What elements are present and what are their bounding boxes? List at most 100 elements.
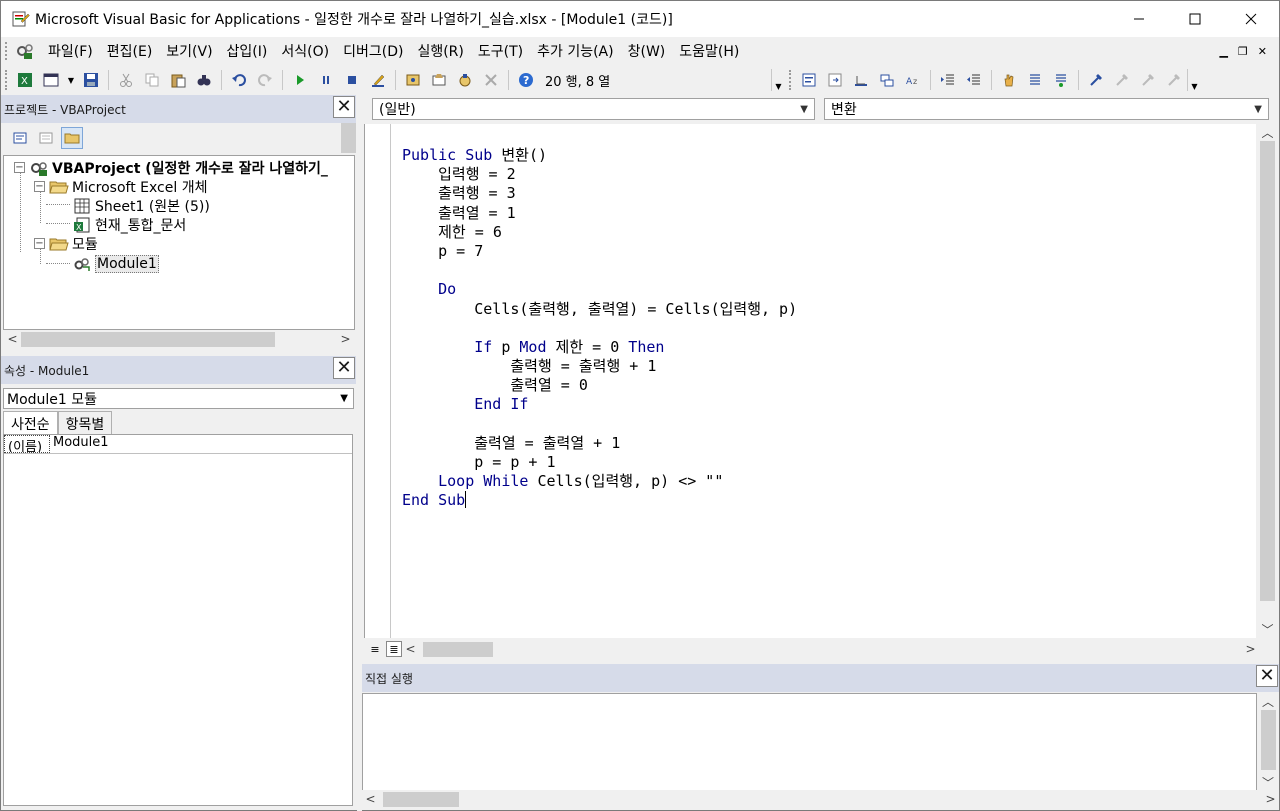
- edit-toolbar-options-dropdown[interactable]: ▼: [1187, 69, 1201, 91]
- menu-debug[interactable]: 디버그(D): [336, 41, 410, 61]
- code-line[interactable]: p = 7: [402, 242, 797, 261]
- complete-word-button[interactable]: Az: [902, 69, 924, 91]
- scroll-thumb[interactable]: [423, 641, 493, 657]
- immediate-hscroll[interactable]: < >: [362, 790, 1279, 808]
- close-button[interactable]: [1223, 1, 1279, 37]
- full-module-view-button[interactable]: ≣: [386, 641, 402, 657]
- tree-item-sheet1[interactable]: Sheet1 (원본 (5)): [72, 196, 210, 215]
- quick-info-button[interactable]: [850, 69, 872, 91]
- code-line[interactable]: Loop While Cells(입력행, p) <> "": [402, 472, 797, 491]
- code-line[interactable]: Do: [402, 280, 797, 299]
- clear-bookmarks-button[interactable]: [1163, 69, 1185, 91]
- code-line[interactable]: Cells(출력행, 출력열) = Cells(입력행, p): [402, 300, 797, 319]
- project-explorer-close-button[interactable]: ✕: [333, 96, 355, 118]
- toggle-breakpoint-button[interactable]: [998, 69, 1020, 91]
- view-object-button[interactable]: [35, 127, 57, 149]
- scroll-left-icon[interactable]: <: [402, 641, 419, 658]
- view-excel-button[interactable]: X: [14, 69, 36, 91]
- mdi-minimize-icon[interactable]: ▁: [1219, 45, 1227, 58]
- code-line[interactable]: 출력행 = 3: [402, 184, 797, 203]
- code-line[interactable]: [402, 319, 797, 338]
- project-explorer-button[interactable]: [402, 69, 424, 91]
- menu-view[interactable]: 보기(V): [159, 41, 219, 61]
- design-mode-button[interactable]: [367, 69, 389, 91]
- collapse-icon[interactable]: −: [34, 238, 45, 249]
- break-button[interactable]: [315, 69, 337, 91]
- scroll-thumb[interactable]: [1260, 710, 1276, 770]
- code-line[interactable]: End Sub: [402, 491, 797, 510]
- menu-format[interactable]: 서식(O): [274, 41, 336, 61]
- copy-button[interactable]: [141, 69, 163, 91]
- excel-vba-icon[interactable]: [15, 41, 35, 61]
- procedure-combo[interactable]: 변환 ▼: [824, 98, 1269, 120]
- scroll-thumb[interactable]: [341, 123, 356, 153]
- object-combo[interactable]: (일반) ▼: [372, 98, 815, 120]
- code-line[interactable]: [402, 415, 797, 434]
- mdi-close-icon[interactable]: ✕: [1258, 45, 1267, 58]
- project-toolbar-scrollbar[interactable]: [341, 123, 356, 153]
- list-constants-button[interactable]: [824, 69, 846, 91]
- tree-item-excel-objects[interactable]: − Microsoft Excel 개체: [34, 177, 207, 196]
- scroll-thumb[interactable]: [1260, 141, 1275, 601]
- scroll-thumb[interactable]: [383, 791, 459, 807]
- code-line[interactable]: 출력열 = 1: [402, 204, 797, 223]
- immediate-close-button[interactable]: ✕: [1256, 665, 1278, 687]
- uncomment-block-button[interactable]: [1050, 69, 1072, 91]
- maximize-button[interactable]: [1167, 1, 1223, 37]
- menu-grip[interactable]: [5, 42, 9, 60]
- scroll-up-icon[interactable]: ︿: [1257, 124, 1278, 141]
- insert-userform-button[interactable]: [40, 69, 62, 91]
- help-button[interactable]: ?: [515, 69, 537, 91]
- toolbar-options-dropdown[interactable]: ▼: [771, 69, 785, 91]
- tab-alphabetic[interactable]: 사전순: [3, 411, 58, 435]
- menu-addins[interactable]: 추가 기능(A): [530, 41, 620, 61]
- code-margin-indicator-bar[interactable]: [365, 124, 391, 638]
- properties-close-button[interactable]: ✕: [333, 357, 355, 379]
- code-editor[interactable]: Public Sub 변환() 입력행 = 2 출력행 = 3 출력열 = 1 …: [364, 124, 1256, 638]
- mdi-restore-icon[interactable]: ❐: [1238, 45, 1248, 58]
- scroll-left-icon[interactable]: <: [4, 331, 21, 348]
- scroll-left-icon[interactable]: <: [362, 791, 379, 808]
- insert-dropdown[interactable]: ▼: [66, 69, 76, 91]
- tree-item-vbaproject[interactable]: − VBAProject (일정한 개수로 잘라 나열하기_: [14, 158, 328, 177]
- code-line[interactable]: 입력행 = 2: [402, 165, 797, 184]
- cut-button[interactable]: [115, 69, 137, 91]
- toggle-folders-button[interactable]: [61, 127, 83, 149]
- tree-item-modules[interactable]: − 모듈: [34, 234, 98, 253]
- view-code-button[interactable]: [9, 127, 31, 149]
- undo-button[interactable]: [228, 69, 250, 91]
- edit-toolbar-grip[interactable]: [789, 70, 792, 90]
- code-line[interactable]: p = p + 1: [402, 453, 797, 472]
- property-row[interactable]: (이름) Module1: [4, 435, 352, 454]
- code-line[interactable]: [402, 261, 797, 280]
- scroll-right-icon[interactable]: >: [1242, 641, 1259, 658]
- code-line[interactable]: End If: [402, 395, 797, 414]
- immediate-window[interactable]: [362, 693, 1257, 791]
- previous-bookmark-button[interactable]: [1137, 69, 1159, 91]
- tree-item-module1[interactable]: Module1: [72, 254, 159, 273]
- code-vscroll[interactable]: ︿ ﹀: [1257, 124, 1278, 638]
- code-line[interactable]: 출력열 = 0: [402, 376, 797, 395]
- save-button[interactable]: [80, 69, 102, 91]
- scroll-right-icon[interactable]: >: [337, 331, 354, 348]
- menu-tools[interactable]: 도구(T): [471, 41, 530, 61]
- toolbar-grip[interactable]: [5, 70, 8, 90]
- properties-window-button[interactable]: [428, 69, 450, 91]
- indent-button[interactable]: [937, 69, 959, 91]
- parameter-info-button[interactable]: [876, 69, 898, 91]
- project-tree-hscroll[interactable]: < >: [4, 330, 354, 348]
- tab-categorized[interactable]: 항목별: [57, 411, 113, 435]
- scroll-down-icon[interactable]: ﹀: [1258, 774, 1278, 791]
- scroll-up-icon[interactable]: ︿: [1258, 693, 1278, 710]
- scroll-right-icon[interactable]: >: [1262, 791, 1279, 808]
- immediate-vscroll[interactable]: ︿ ﹀: [1258, 693, 1278, 791]
- code-line[interactable]: 출력열 = 출력열 + 1: [402, 434, 797, 453]
- scroll-thumb[interactable]: [21, 331, 275, 347]
- properties-object-select[interactable]: Module1 모듈 ▼: [3, 388, 354, 409]
- code-hscroll[interactable]: < >: [402, 640, 1259, 658]
- scroll-down-icon[interactable]: ﹀: [1257, 621, 1278, 638]
- toggle-bookmark-button[interactable]: [1085, 69, 1107, 91]
- collapse-icon[interactable]: −: [34, 181, 45, 192]
- code-line[interactable]: Public Sub 변환(): [402, 146, 797, 165]
- menu-edit[interactable]: 편집(E): [100, 41, 160, 61]
